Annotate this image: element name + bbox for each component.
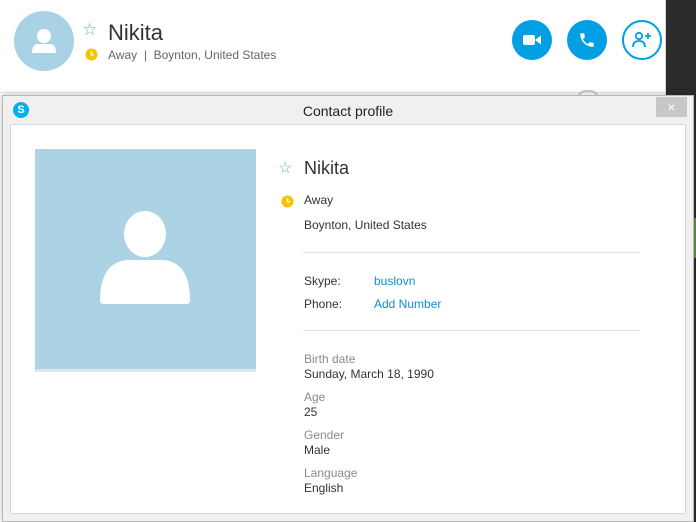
status-separator: | xyxy=(143,48,147,62)
contact-profile-dialog: S Contact profile × ☆ Nikita Away Boynto… xyxy=(2,95,694,522)
video-call-button[interactable] xyxy=(512,20,552,60)
video-camera-icon xyxy=(523,35,541,45)
favorite-star-icon[interactable]: ☆ xyxy=(278,158,292,178)
clock-away-icon xyxy=(85,48,98,66)
language-value: English xyxy=(304,481,344,495)
close-button[interactable]: × xyxy=(656,97,687,117)
dialog-title: Contact profile xyxy=(302,103,394,119)
contact-name: Nikita xyxy=(108,20,164,45)
divider xyxy=(303,252,640,253)
profile-name: Nikita xyxy=(304,158,350,178)
age-value: 25 xyxy=(304,405,318,419)
language-label: Language xyxy=(304,466,358,480)
divider xyxy=(303,330,640,331)
profile-picture xyxy=(35,149,256,372)
avatar-silhouette-icon xyxy=(32,29,56,53)
close-icon: × xyxy=(667,99,676,115)
birth-date-value: Sunday, March 18, 1990 xyxy=(304,367,434,381)
status-text: Away xyxy=(108,48,138,62)
header-divider xyxy=(0,92,665,93)
phone-icon xyxy=(580,33,594,47)
header-status-line: Away | Boynton, United States xyxy=(108,48,276,62)
profile-location: Boynton, United States xyxy=(304,218,427,232)
skype-id-link[interactable]: buslovn xyxy=(374,274,415,288)
avatar-silhouette-icon xyxy=(100,211,190,304)
skype-label: Skype: xyxy=(304,274,341,288)
phone-label: Phone: xyxy=(304,297,343,311)
add-contact-button[interactable] xyxy=(622,20,662,60)
age-label: Age xyxy=(304,390,326,404)
add-person-icon xyxy=(632,31,651,48)
location-text: Boynton, United States xyxy=(153,48,277,62)
profile-status: Away xyxy=(304,193,334,207)
audio-call-button[interactable] xyxy=(567,20,607,60)
header-avatar[interactable] xyxy=(14,11,74,71)
clock-away-icon xyxy=(281,195,294,213)
gender-value: Male xyxy=(304,443,331,457)
birth-date-label: Birth date xyxy=(304,352,356,366)
gender-label: Gender xyxy=(304,428,345,442)
favorite-star-icon[interactable]: ☆ xyxy=(82,20,97,40)
add-number-link[interactable]: Add Number xyxy=(374,297,441,311)
profile-panel: ☆ Nikita Away Boynton, United States Sky… xyxy=(10,124,686,514)
dialog-titlebar[interactable]: S Contact profile × xyxy=(3,96,693,124)
